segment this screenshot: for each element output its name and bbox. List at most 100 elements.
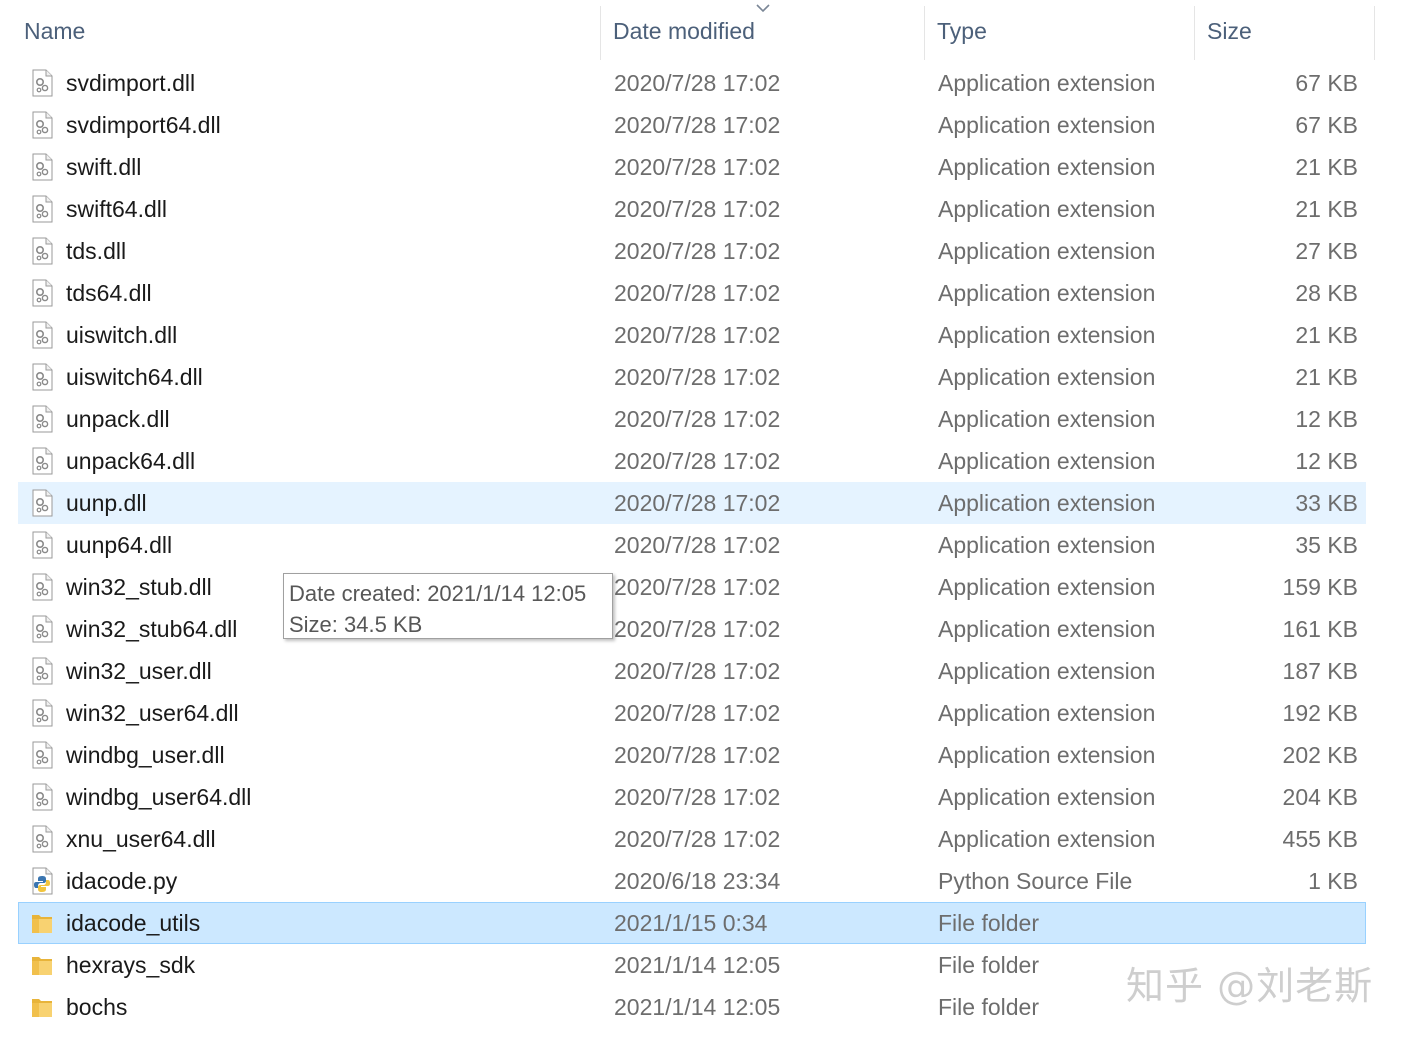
file-row[interactable]: windbg_user64.dll 2020/7/28 17:02 Applicat… xyxy=(18,776,1366,818)
file-name: unpack.dll xyxy=(66,406,170,432)
dll-file-icon xyxy=(30,447,54,475)
column-header-name-label: Name xyxy=(24,17,86,44)
file-size: 21 KB xyxy=(1295,322,1358,348)
file-name: idacode_utils xyxy=(66,910,201,936)
file-type: Application extension xyxy=(938,70,1156,96)
file-type: Application extension xyxy=(938,742,1156,768)
column-divider[interactable] xyxy=(1374,6,1375,60)
file-info-tooltip: Date created: 2021/1/14 12:05 Size: 34.5… xyxy=(283,573,613,639)
file-size: 67 KB xyxy=(1295,70,1358,96)
file-row[interactable]: xnu_user64.dll 2020/7/28 17:02 Application… xyxy=(18,818,1366,860)
file-row[interactable]: uunp64.dll 2020/7/28 17:02 Application ext… xyxy=(18,524,1366,566)
file-type: Application extension xyxy=(938,574,1156,600)
file-row[interactable]: idacode_utils 2021/1/15 0:34 File folder xyxy=(18,902,1366,944)
file-size: 21 KB xyxy=(1295,364,1358,390)
file-type: Application extension xyxy=(938,238,1156,264)
file-row[interactable]: swift.dll 2020/7/28 17:02 Application exte… xyxy=(18,146,1366,188)
column-divider[interactable] xyxy=(1194,6,1195,60)
dll-file-icon xyxy=(30,237,54,265)
file-row[interactable]: idacode.py 2020/6/18 23:34 Python Source F… xyxy=(18,860,1366,902)
dll-file-icon xyxy=(30,363,54,391)
file-size: 159 KB xyxy=(1282,574,1358,600)
column-header-type-label: Type xyxy=(937,17,987,44)
file-type: Application extension xyxy=(938,700,1156,726)
file-name: win32_stub64.dll xyxy=(66,616,238,642)
file-name: windbg_user.dll xyxy=(66,742,225,768)
file-row[interactable]: uiswitch.dll 2020/7/28 17:02 Application e… xyxy=(18,314,1366,356)
file-size: 27 KB xyxy=(1295,238,1358,264)
file-row[interactable]: svdimport.dll 2020/7/28 17:02 Application … xyxy=(18,62,1366,104)
file-row[interactable]: svdimport64.dll 2020/7/28 17:02 Applicatio… xyxy=(18,104,1366,146)
column-header-size[interactable]: Size xyxy=(1207,0,1252,62)
file-date-modified: 2021/1/14 12:05 xyxy=(614,952,781,978)
file-name: hexrays_sdk xyxy=(66,952,196,978)
dll-file-icon xyxy=(30,69,54,97)
file-name: bochs xyxy=(66,994,128,1020)
file-name: uunp64.dll xyxy=(66,532,173,558)
file-size: 12 KB xyxy=(1295,448,1358,474)
dll-file-icon xyxy=(30,153,54,181)
folder-icon xyxy=(30,951,54,979)
file-size: 28 KB xyxy=(1295,280,1358,306)
file-type: Application extension xyxy=(938,448,1156,474)
file-date-modified: 2020/6/18 23:34 xyxy=(614,868,781,894)
file-row[interactable]: win32_stub.dll 2020/7/28 17:02 Application… xyxy=(18,566,1366,608)
folder-icon xyxy=(30,993,54,1021)
file-row[interactable]: tds.dll 2020/7/28 17:02 Application extens… xyxy=(18,230,1366,272)
tooltip-size: Size: 34.5 KB xyxy=(289,612,423,637)
file-row[interactable]: unpack.dll 2020/7/28 17:02 Application ext… xyxy=(18,398,1366,440)
dll-file-icon xyxy=(30,531,54,559)
file-type: Application extension xyxy=(938,784,1156,810)
dll-file-icon xyxy=(30,405,54,433)
file-type: Application extension xyxy=(938,364,1156,390)
column-header-date[interactable]: Date modified xyxy=(613,0,755,62)
file-name: unpack64.dll xyxy=(66,448,196,474)
file-row[interactable]: swift64.dll 2020/7/28 17:02 Application ex… xyxy=(18,188,1366,230)
file-name: svdimport.dll xyxy=(66,70,196,96)
column-divider[interactable] xyxy=(924,6,925,60)
tooltip-date-created: Date created: 2021/1/14 12:05 xyxy=(289,581,587,606)
file-row[interactable]: unpack64.dll 2020/7/28 17:02 Application e… xyxy=(18,440,1366,482)
file-type: Application extension xyxy=(938,490,1156,516)
dll-file-icon xyxy=(30,111,54,139)
column-divider[interactable] xyxy=(600,6,601,60)
file-date-modified: 2020/7/28 17:02 xyxy=(614,532,781,558)
file-type: File folder xyxy=(938,910,1039,936)
file-size: 21 KB xyxy=(1295,196,1358,222)
file-row[interactable]: tds64.dll 2020/7/28 17:02 Application exte… xyxy=(18,272,1366,314)
folder-icon xyxy=(30,909,54,937)
file-row[interactable]: win32_stub64.dll 2020/7/28 17:02 Applicati… xyxy=(18,608,1366,650)
file-row[interactable]: win32_user64.dll 2020/7/28 17:02 Applicati… xyxy=(18,692,1366,734)
dll-file-icon xyxy=(30,573,54,601)
file-name: win32_stub.dll xyxy=(66,574,212,600)
column-header-size-label: Size xyxy=(1207,17,1252,44)
file-date-modified: 2020/7/28 17:02 xyxy=(614,490,781,516)
file-size: 21 KB xyxy=(1295,154,1358,180)
file-type: Application extension xyxy=(938,196,1156,222)
file-row[interactable]: win32_user.dll 2020/7/28 17:02 Application… xyxy=(18,650,1366,692)
file-size: 204 KB xyxy=(1282,784,1358,810)
file-date-modified: 2020/7/28 17:02 xyxy=(614,196,781,222)
file-name: xnu_user64.dll xyxy=(66,826,216,852)
file-type: Application extension xyxy=(938,826,1156,852)
file-name: idacode.py xyxy=(66,868,178,894)
file-size: 67 KB xyxy=(1295,112,1358,138)
dll-file-icon xyxy=(30,741,54,769)
watermark: 知乎 @刘老斯 xyxy=(1126,964,1374,1008)
file-name: win32_user.dll xyxy=(66,658,212,684)
column-header-name[interactable]: Name xyxy=(24,0,85,62)
file-row[interactable]: uiswitch64.dll 2020/7/28 17:02 Application… xyxy=(18,356,1366,398)
file-row[interactable]: uunp.dll 2020/7/28 17:02 Application exten… xyxy=(18,482,1366,524)
file-type: Application extension xyxy=(938,154,1156,180)
file-date-modified: 2021/1/14 12:05 xyxy=(614,994,781,1020)
file-name: swift.dll xyxy=(66,154,142,180)
file-name: tds.dll xyxy=(66,238,127,264)
file-date-modified: 2020/7/28 17:02 xyxy=(614,742,781,768)
file-date-modified: 2020/7/28 17:02 xyxy=(614,616,781,642)
column-header-type[interactable]: Type xyxy=(937,0,987,62)
file-name: uunp.dll xyxy=(66,490,147,516)
file-date-modified: 2020/7/28 17:02 xyxy=(614,154,781,180)
file-date-modified: 2020/7/28 17:02 xyxy=(614,574,781,600)
file-row[interactable]: windbg_user.dll 2020/7/28 17:02 Applicatio… xyxy=(18,734,1366,776)
file-size: 35 KB xyxy=(1295,532,1358,558)
